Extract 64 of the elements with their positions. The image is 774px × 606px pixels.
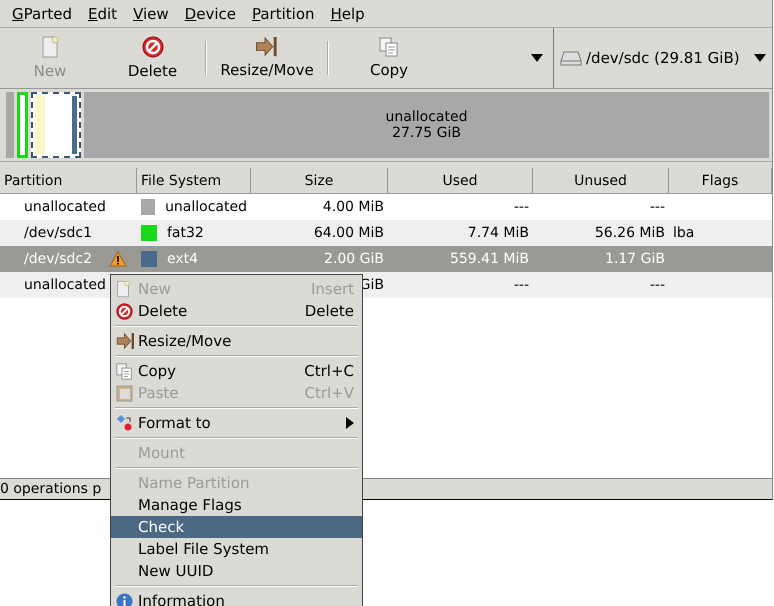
menu-title[interactable]: GParted <box>4 4 80 22</box>
table-cell-text: 64.00 MiB <box>312 225 385 241</box>
menu-title[interactable]: Partition <box>244 4 322 22</box>
menu-item[interactable]: Information <box>111 590 362 606</box>
table-cell-text: ext4 <box>166 251 200 267</box>
column-header[interactable]: Partition <box>0 168 137 194</box>
toolbar-button[interactable]: Delete <box>100 29 205 87</box>
copy-icon <box>116 362 133 380</box>
menu-title[interactable]: Device <box>176 4 244 22</box>
table-cell-text: --- <box>648 199 666 215</box>
caret-icon <box>754 54 766 62</box>
table-cell-text: --- <box>512 199 530 215</box>
page-icon <box>116 280 130 298</box>
menu-item[interactable]: Copy Ctrl+C <box>111 360 362 382</box>
table-cell-text: unallocated <box>23 277 107 293</box>
table-cell-text: unallocated <box>23 199 107 215</box>
toolbar-button[interactable]: Copy <box>329 29 449 87</box>
toolbar-button[interactable]: Resize/Move <box>207 29 327 87</box>
table-cell-text: 7.74 MiB <box>466 225 530 241</box>
delete-icon <box>142 36 164 58</box>
table-cell-text: --- <box>648 277 666 293</box>
segment-size: 27.75 GiB <box>392 125 461 141</box>
column-header[interactable]: Flags <box>669 168 772 194</box>
table-cell-text: unallocated <box>164 199 248 215</box>
menu-item[interactable]: Resize/Move <box>111 330 362 352</box>
menu-item[interactable]: New UUID <box>111 560 362 582</box>
menu-item[interactable]: Format to <box>111 412 362 434</box>
page-icon <box>41 36 59 58</box>
menu-item[interactable]: Manage Flags <box>111 494 362 516</box>
table-row[interactable]: /dev/sdc1 fat32 64.00 MiB 7.74 MiB 56.26 MiB lba <box>0 220 772 246</box>
table-cell-text: lba <box>672 225 696 241</box>
copy-icon <box>379 37 399 57</box>
menu-title[interactable]: Help <box>322 4 373 22</box>
table-cell-text: --- <box>512 277 530 293</box>
column-header[interactable]: Used <box>388 168 533 194</box>
status-text: 0 operations p <box>0 481 102 497</box>
information-icon <box>116 592 133 606</box>
table-cell-text: fat32 <box>166 225 205 241</box>
arrow-to-bar-icon <box>116 333 136 349</box>
table-cell-text: /dev/sdc2 <box>23 251 94 267</box>
unallocated-segment[interactable]: unallocated 27.75 GiB <box>84 92 769 158</box>
clipboard-icon <box>116 384 134 402</box>
arrow-to-bar-icon <box>255 37 279 57</box>
column-header[interactable]: File System <box>137 168 251 194</box>
column-header[interactable]: Unused <box>533 168 669 194</box>
table-cell-text: /dev/sdc1 <box>23 225 94 241</box>
caret-icon[interactable] <box>531 54 543 62</box>
table-cell-text: 1.17 GiB <box>604 251 666 267</box>
partition-segment[interactable] <box>31 92 81 158</box>
delete-icon <box>116 302 133 320</box>
column-header[interactable]: Size <box>251 168 388 194</box>
segment-label: unallocated <box>386 109 468 125</box>
submenu-arrow-icon <box>346 417 354 429</box>
menu-item[interactable]: Label File System <box>111 538 362 560</box>
table-cell-text: 559.41 MiB <box>448 251 530 267</box>
menu-title[interactable]: View <box>125 4 177 22</box>
table-cell-text: 2.00 GiB <box>323 251 385 267</box>
menu-title[interactable]: Edit <box>80 4 126 22</box>
menu-item[interactable]: Delete Delete <box>111 300 362 322</box>
table-cell-text: 4.00 MiB <box>322 199 385 215</box>
menu-item[interactable]: Check <box>111 516 362 538</box>
device-selector[interactable]: /dev/sdc (29.81 GiB) <box>554 28 772 88</box>
table-cell-text: 56.26 MiB <box>594 225 666 241</box>
format-icon <box>116 414 134 432</box>
